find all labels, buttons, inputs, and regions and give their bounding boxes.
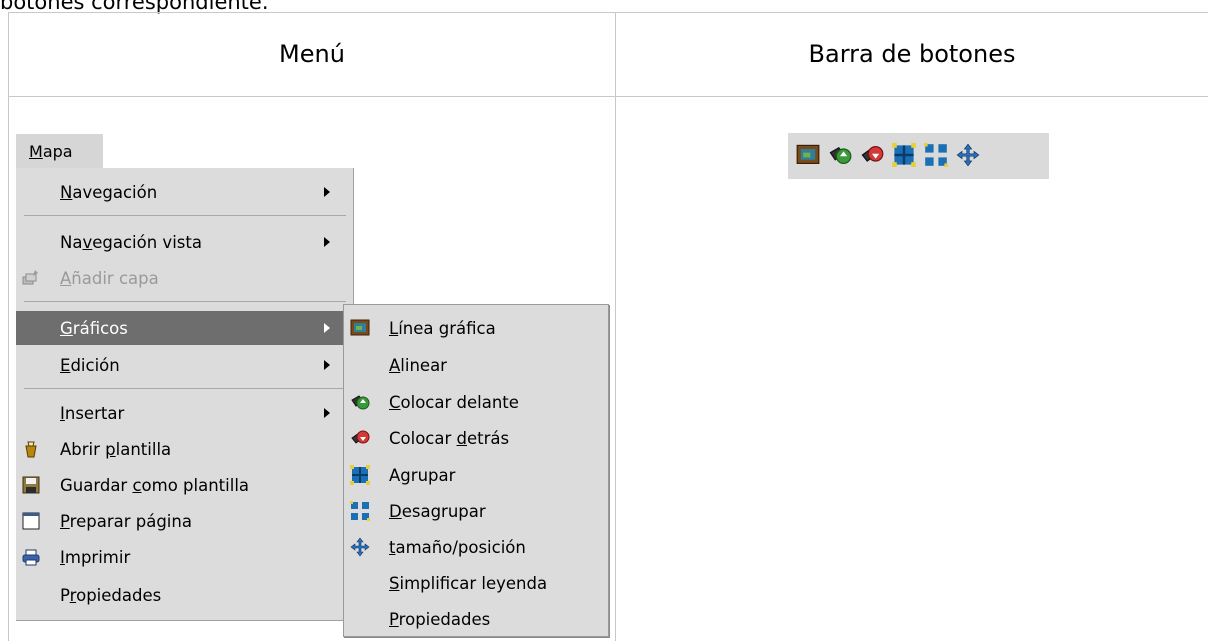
submenu-item-propiedades[interactable]: Propiedades [344, 601, 608, 637]
menu-item-propiedades[interactable]: Propiedades [16, 578, 352, 612]
send-back-icon [351, 430, 370, 444]
group-icon [350, 465, 370, 485]
submenu-item-linea-grafica[interactable]: Línea gráfica [344, 310, 608, 346]
menu-item-navegacion-vista[interactable]: Navegación vista [16, 225, 352, 259]
move-resize-icon [350, 537, 370, 557]
submenu-item-label: Colocar detrás [389, 428, 510, 448]
submenu-item-label: tamaño/posición [389, 537, 526, 557]
header-menu: Menú [9, 12, 615, 96]
header-toolbar-label: Barra de botones [808, 40, 1016, 68]
menu-item-insertar[interactable]: Insertar [16, 396, 352, 430]
menu-separator [24, 388, 346, 389]
menu-item-guardar-plantilla[interactable]: Guardar como plantilla [16, 468, 352, 502]
submenu-item-desagrupar[interactable]: Desagrupar [344, 493, 608, 529]
submenu-item-label: Propiedades [389, 609, 491, 629]
submenu-item-label: Alinear [389, 355, 447, 375]
table-border-left [8, 12, 9, 641]
table-border-middle [615, 12, 616, 641]
graphics-toolbar [788, 133, 1049, 179]
menubar-mapa[interactable]: Mapa [16, 134, 103, 169]
add-layer-icon [22, 270, 38, 285]
menu-item-label: Navegación [60, 182, 158, 202]
submenu-item-label: Simplificar leyenda [389, 573, 548, 593]
menu-item-label: Edición [60, 355, 120, 375]
header-toolbar: Barra de botones [616, 12, 1208, 96]
menu-item-label: Propiedades [60, 585, 162, 605]
submenu-arrow-icon [324, 408, 330, 418]
menu-separator [24, 215, 346, 216]
menu-item-navegacion[interactable]: Navegación [16, 175, 352, 209]
printer-icon [22, 549, 40, 566]
menu-separator [24, 301, 346, 302]
submenu-arrow-icon [324, 187, 330, 197]
line-graphic-icon[interactable] [796, 143, 820, 167]
menu-item-preparar-pagina[interactable]: Preparar página [16, 504, 352, 538]
page-setup-icon [22, 512, 40, 530]
menu-item-label: Gráficos [60, 318, 128, 338]
mapa-dropdown-menu: Navegación Navegación vista Añadir capa … [16, 168, 354, 621]
open-template-icon [25, 441, 37, 458]
menu-item-label: Imprimir [60, 547, 131, 567]
submenu-item-agrupar[interactable]: Agrupar [344, 457, 608, 493]
submenu-item-tamano-posicion[interactable]: tamaño/posición [344, 529, 608, 565]
menu-item-label: Preparar página [60, 511, 192, 531]
menu-item-label: Insertar [60, 403, 125, 423]
submenu-item-simplificar-leyenda[interactable]: Simplificar leyenda [344, 565, 608, 601]
submenu-arrow-icon [324, 237, 330, 247]
menu-item-abrir-plantilla[interactable]: Abrir plantilla [16, 432, 352, 466]
menu-item-edicion[interactable]: Edición [16, 348, 352, 382]
submenu-item-colocar-delante[interactable]: Colocar delante [344, 384, 608, 420]
header-menu-label: Menú [279, 40, 345, 68]
table-border-header [8, 96, 1208, 97]
menu-item-label: Guardar como plantilla [60, 475, 250, 495]
bring-front-icon [351, 395, 370, 410]
line-graphic-icon [350, 319, 370, 336]
menubar-mapa-label: Mapa [29, 142, 73, 161]
save-template-icon [22, 476, 40, 494]
group-icon[interactable] [892, 143, 916, 167]
submenu-item-alinear[interactable]: Alinear [344, 347, 608, 383]
menu-item-label: Navegación vista [60, 232, 202, 252]
submenu-arrow-icon [324, 360, 330, 370]
submenu-item-label: Línea gráfica [389, 318, 496, 338]
submenu-item-label: Desagrupar [389, 501, 486, 521]
menu-item-label: Abrir plantilla [60, 439, 172, 459]
menu-item-label: Añadir capa [60, 268, 159, 288]
submenu-arrow-icon [324, 323, 330, 333]
ungroup-icon [350, 501, 370, 521]
move-resize-icon[interactable] [956, 143, 980, 167]
graficos-submenu: Línea gráfica Alinear Colocar delante Co… [343, 304, 609, 637]
menu-item-graficos[interactable]: Gráficos [16, 311, 352, 345]
submenu-item-label: Colocar delante [389, 392, 519, 412]
bring-front-icon[interactable] [828, 143, 852, 167]
ungroup-icon[interactable] [924, 143, 948, 167]
menu-item-imprimir[interactable]: Imprimir [16, 540, 352, 574]
menu-item-anadir-capa: Añadir capa [16, 261, 352, 295]
submenu-item-colocar-detras[interactable]: Colocar detrás [344, 420, 608, 456]
submenu-item-label: Agrupar [389, 465, 456, 485]
send-back-icon[interactable] [860, 143, 884, 167]
